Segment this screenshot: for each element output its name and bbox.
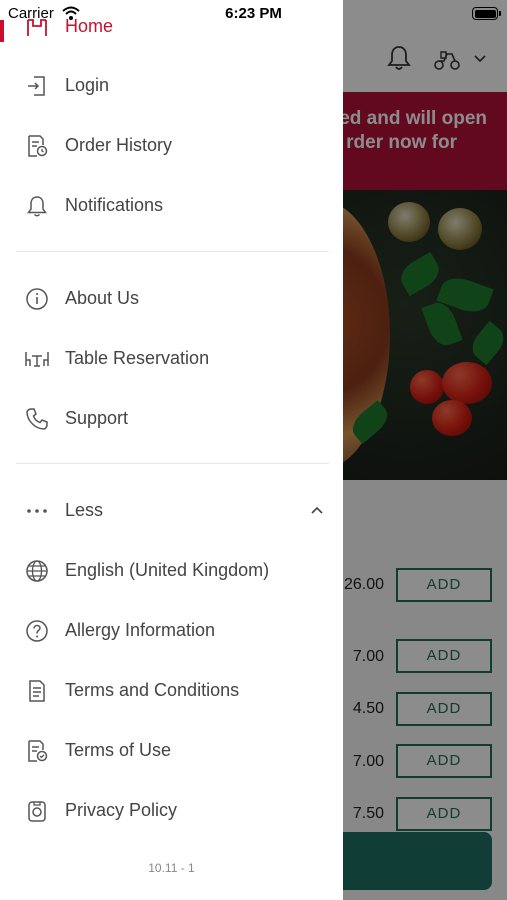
- drawer-item-label: Support: [65, 408, 129, 428]
- drawer-item-label: Terms of Use: [65, 740, 172, 760]
- section-divider: [16, 251, 329, 252]
- status-bar: Carrier 6:23 PM: [0, 0, 507, 28]
- phone-icon: [25, 407, 49, 431]
- drawer-item-support[interactable]: Support: [0, 394, 343, 444]
- login-icon: [25, 74, 49, 98]
- drawer-item-label: About Us: [65, 288, 140, 308]
- drawer-item-label: Allergy Information: [65, 620, 216, 640]
- drawer-item-label: Notifications: [65, 195, 164, 215]
- info-icon: [25, 287, 49, 311]
- chevron-up-icon: [309, 503, 325, 517]
- drawer-item-notifications[interactable]: Notifications: [0, 181, 343, 231]
- bell-icon: [25, 194, 49, 218]
- drawer-item-label: English (United Kingdom): [65, 560, 270, 580]
- battery-tip: [499, 11, 501, 16]
- drawer-item-login[interactable]: Login: [0, 61, 343, 111]
- drawer-item-label: Terms and Conditions: [65, 680, 240, 700]
- drawer-item-terms-of-use[interactable]: Terms of Use: [0, 726, 343, 776]
- drawer-item-about-us[interactable]: About Us: [0, 274, 343, 324]
- drawer-item-label: Table Reservation: [65, 348, 210, 368]
- drawer-item-label: Less: [65, 500, 104, 520]
- status-time: 6:23 PM: [225, 5, 282, 22]
- drawer-item-table-reservation[interactable]: Table Reservation: [0, 334, 343, 384]
- document-icon: [25, 679, 49, 703]
- document-check-icon: [25, 739, 49, 763]
- drawer-item-label: Order History: [65, 135, 173, 155]
- order-history-icon: [25, 134, 49, 158]
- drawer-item-allergy-information[interactable]: Allergy Information: [0, 606, 343, 656]
- drawer-item-label: Login: [65, 75, 110, 95]
- question-icon: [25, 619, 49, 643]
- more-dots-icon: [25, 499, 49, 523]
- table-icon: [25, 347, 49, 371]
- drawer-item-label: Privacy Policy: [65, 800, 178, 820]
- navigation-drawer: Home Login Order History Notifications A…: [0, 0, 343, 900]
- globe-icon: [25, 559, 49, 583]
- battery-icon: [472, 7, 498, 20]
- section-divider: [16, 463, 329, 464]
- drawer-item-privacy-policy[interactable]: Privacy Policy: [0, 786, 343, 836]
- drawer-item-terms-and-conditions[interactable]: Terms and Conditions: [0, 666, 343, 716]
- privacy-icon: [25, 799, 49, 823]
- app-version: 10.11 - 1: [148, 861, 195, 875]
- drawer-item-order-history[interactable]: Order History: [0, 121, 343, 171]
- drawer-item-less[interactable]: Less: [0, 486, 343, 536]
- drawer-item-language[interactable]: English (United Kingdom): [0, 546, 343, 596]
